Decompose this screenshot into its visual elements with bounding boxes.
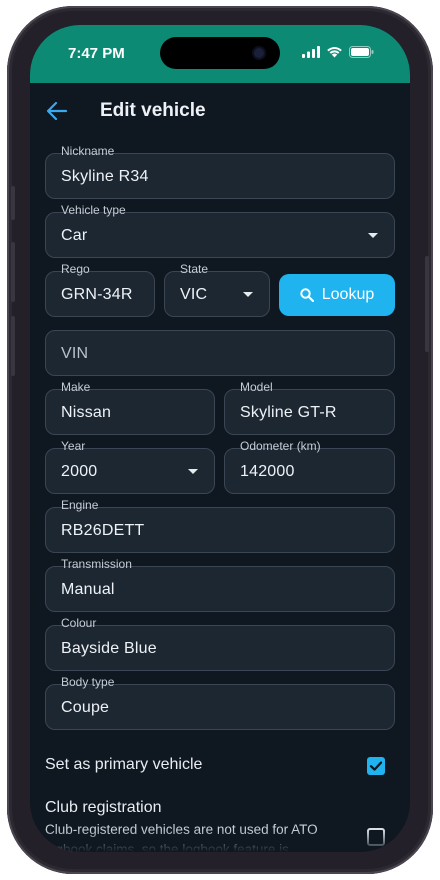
action-button [11,186,15,220]
odometer-field[interactable]: Odometer (km) 142000 [224,439,395,494]
make-value: Nissan [61,404,112,421]
year-label: Year [56,439,90,453]
status-bar: 7:47 PM [30,25,410,83]
rego-label: Rego [57,262,94,276]
lookup-label: Lookup [321,286,375,303]
volume-up-button [11,242,15,302]
dynamic-island [160,37,280,69]
page-title: Edit vehicle [100,100,206,121]
battery-icon [349,46,374,58]
rego-value: GRN-34R [61,286,133,303]
dropdown-caret-icon [188,469,198,474]
scroll-fade [30,830,410,852]
body-type-field[interactable]: Body type Coupe [45,675,395,730]
engine-value: RB26DETT [61,522,145,539]
club-registration-title: Club registration [45,799,162,816]
app-bar: Edit vehicle [30,83,410,139]
state-value: VIC [180,286,208,303]
screen: 7:47 PM Edit vehicle Nickname Skyline R3… [30,25,410,852]
state-label: State [175,262,213,276]
status-icons [302,46,374,58]
odometer-label: Odometer (km) [236,439,325,453]
model-value: Skyline GT-R [240,404,337,421]
state-select[interactable]: State VIC [164,262,270,317]
vin-field[interactable]: VIN [45,330,395,376]
vehicle-type-value: Car [61,227,88,244]
make-field[interactable]: Make Nissan [45,380,215,435]
lookup-button[interactable]: Lookup [279,274,395,316]
model-field[interactable]: Model Skyline GT-R [224,380,395,435]
colour-field[interactable]: Colour Bayside Blue [45,616,395,671]
camera-icon [254,48,264,58]
vehicle-type-select[interactable]: Vehicle type Car [45,203,395,258]
odometer-value: 142000 [240,463,295,480]
engine-field[interactable]: Engine RB26DETT [45,498,395,553]
dropdown-caret-icon [368,233,378,238]
nickname-label: Nickname [56,144,119,158]
colour-value: Bayside Blue [61,640,157,657]
rego-field[interactable]: Rego GRN-34R [45,262,155,317]
vin-placeholder: VIN [61,345,89,362]
engine-label: Engine [56,498,103,512]
transmission-label: Transmission [57,557,136,571]
make-label: Make [56,380,95,394]
year-select[interactable]: Year 2000 [45,439,215,494]
body-type-label: Body type [56,675,119,689]
volume-down-button [11,316,15,376]
wifi-icon [327,47,342,58]
dropdown-caret-icon [243,292,253,297]
check-icon [369,761,383,771]
signal-icon [302,46,320,58]
transmission-field[interactable]: Transmission Manual [45,557,395,612]
back-arrow-icon[interactable] [46,101,68,121]
nickname-value: Skyline R34 [61,168,149,185]
search-icon [300,288,314,302]
colour-label: Colour [56,616,101,630]
transmission-value: Manual [61,581,115,598]
year-value: 2000 [61,463,98,480]
model-label: Model [236,380,277,394]
body-type-value: Coupe [61,699,110,716]
vehicle-type-label: Vehicle type [57,203,130,217]
power-button [425,256,429,352]
primary-vehicle-label: Set as primary vehicle [45,756,203,773]
status-time: 7:47 PM [68,45,125,62]
nickname-field[interactable]: Nickname Skyline R34 [45,144,395,199]
primary-vehicle-checkbox[interactable] [367,757,385,775]
